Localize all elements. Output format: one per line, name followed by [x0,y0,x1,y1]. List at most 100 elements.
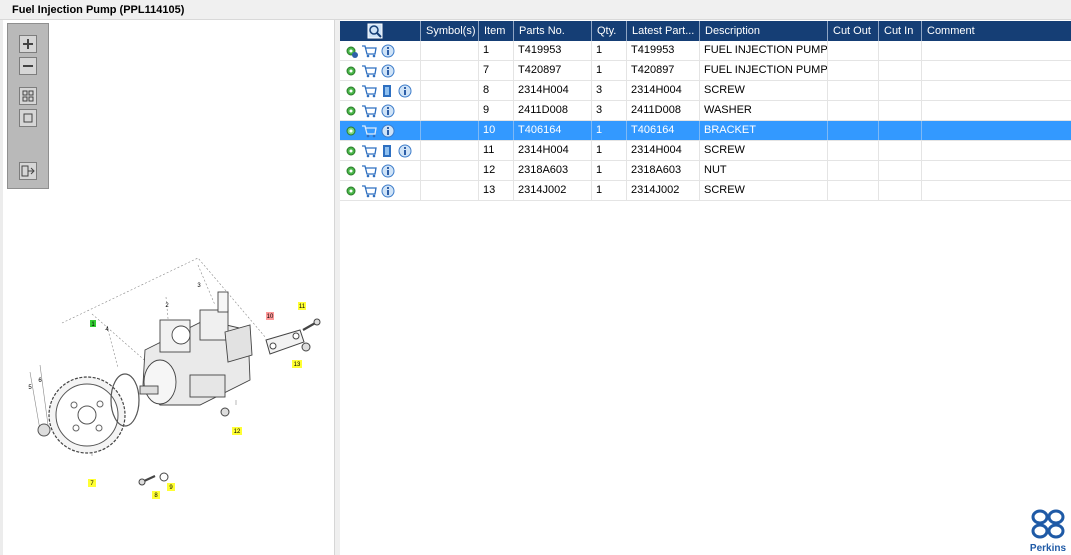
table-row[interactable]: 12 2318A603 1 2318A603 NUT [340,161,1071,181]
cell-qty: 1 [591,61,626,80]
cart-icon[interactable] [361,44,377,58]
column-header-qty[interactable]: Qty. [591,21,626,41]
cell-item: 12 [478,161,513,180]
column-header-latest-part[interactable]: Latest Part... [626,21,699,41]
cell-comment [921,121,1071,140]
window-title: Fuel Injection Pump (PPL114105) [12,4,185,16]
column-header-item[interactable]: Item [478,21,513,41]
cell-qty: 3 [591,81,626,100]
column-header-cut-out[interactable]: Cut Out [827,21,878,41]
cell-symbols [420,141,478,160]
column-header-cut-in[interactable]: Cut In [878,21,921,41]
document-icon[interactable] [381,84,393,98]
cell-latest: 2318A603 [626,161,699,180]
cell-comment [921,181,1071,200]
pump-body [139,291,253,406]
row-actions [340,141,420,160]
column-header-symbol-s[interactable]: Symbol(s) [420,21,478,41]
cell-cut-in [878,101,921,120]
part-icon[interactable] [344,84,358,98]
table-row[interactable]: 9 2411D008 3 2411D008 WASHER [340,101,1071,121]
callout-12: 12 [234,429,241,435]
info-icon[interactable] [381,184,395,198]
cell-qty: 1 [591,141,626,160]
cell-comment [921,41,1071,60]
cell-comment [921,161,1071,180]
cell-comment [921,101,1071,120]
cell-part: T406164 [513,121,591,140]
column-header-actions[interactable] [340,21,420,41]
cell-cut-in [878,61,921,80]
diagram-pane[interactable]: 1 2 3 4 5 6 7 8 9 10 11 12 13 [0,20,335,555]
cell-comment [921,81,1071,100]
perkins-logo: Perkins [1030,509,1067,554]
cell-cut-out [827,121,878,140]
cart-icon[interactable] [361,84,377,98]
cell-desc: NUT [699,161,827,180]
callout-13: 13 [294,362,301,368]
cell-comment [921,141,1071,160]
column-header-parts-no[interactable]: Parts No. [513,21,591,41]
cart-icon[interactable] [361,164,377,178]
cell-latest: 2314H004 [626,81,699,100]
cart-icon[interactable] [361,64,377,78]
cell-part: 2314J002 [513,181,591,200]
cart-icon[interactable] [361,124,377,138]
cell-desc: FUEL INJECTION PUMP G [699,61,827,80]
cart-icon[interactable] [361,104,377,118]
info-icon[interactable] [381,64,395,78]
callout-3: 3 [197,283,201,289]
info-icon[interactable] [381,104,395,118]
column-header-description[interactable]: Description [699,21,827,41]
row-actions [340,161,420,180]
column-header-comment[interactable]: Comment [921,21,1071,41]
row-actions [340,81,420,100]
cell-item: 7 [478,61,513,80]
table-row[interactable]: 10 T406164 1 T406164 BRACKET [340,121,1071,141]
info-icon[interactable] [398,84,412,98]
part-icon[interactable] [344,124,358,138]
perkins-logo-text: Perkins [1030,543,1067,554]
table-row[interactable]: 7 T420897 1 T420897 FUEL INJECTION PUMP G [340,61,1071,81]
cell-desc: SCREW [699,81,827,100]
table-row[interactable]: 13 2314J002 1 2314J002 SCREW [340,181,1071,201]
exploded-diagram[interactable]: 1 2 3 4 5 6 7 8 9 10 11 12 13 [0,20,335,555]
table-row[interactable]: 11 2314H004 1 2314H004 SCREW [340,141,1071,161]
part-icon[interactable] [344,144,358,158]
cell-item: 11 [478,141,513,160]
cell-cut-out [827,141,878,160]
cell-cut-out [827,61,878,80]
cart-icon[interactable] [361,144,377,158]
part-icon[interactable] [344,64,358,78]
cart-icon[interactable] [361,184,377,198]
cell-item: 8 [478,81,513,100]
info-icon[interactable] [381,124,395,138]
assembly-icon[interactable] [344,44,358,58]
table-row[interactable]: 8 2314H004 3 2314H004 SCREW [340,81,1071,101]
cell-desc: SCREW [699,141,827,160]
cell-cut-in [878,81,921,100]
cell-part: T419953 [513,41,591,60]
part-icon[interactable] [344,104,358,118]
cell-qty: 1 [591,181,626,200]
row-actions [340,181,420,200]
cell-cut-in [878,121,921,140]
row-actions [340,61,420,80]
table-row[interactable]: 1 T419953 1 T419953 FUEL INJECTION PUMP [340,41,1071,61]
part-icon[interactable] [344,184,358,198]
info-icon[interactable] [381,164,395,178]
row-actions [340,101,420,120]
cell-latest: 2314J002 [626,181,699,200]
cell-cut-in [878,161,921,180]
cell-qty: 1 [591,41,626,60]
cell-comment [921,61,1071,80]
info-icon[interactable] [398,144,412,158]
cell-item: 9 [478,101,513,120]
info-icon[interactable] [381,44,395,58]
cell-symbols [420,101,478,120]
part-icon[interactable] [344,164,358,178]
document-icon[interactable] [381,144,393,158]
search-parts-icon[interactable] [367,23,383,39]
cell-qty: 3 [591,101,626,120]
callout-11: 11 [299,304,306,310]
